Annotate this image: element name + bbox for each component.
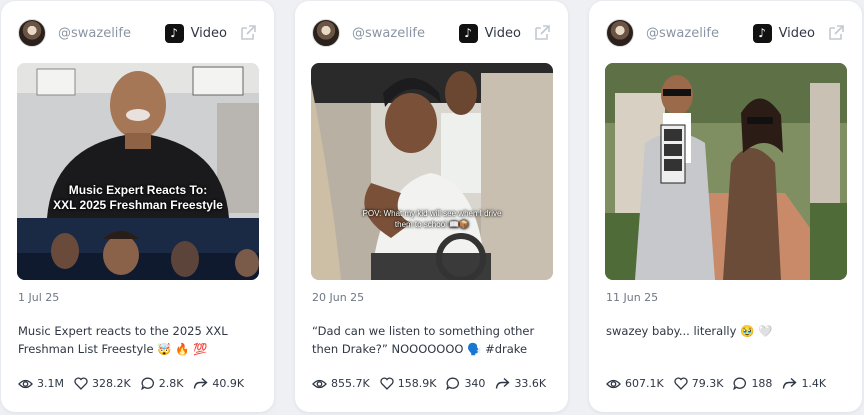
heart-icon [74,377,88,390]
eye-icon [18,379,33,388]
comment-icon [140,377,154,390]
account-handle[interactable]: @swazelife [58,26,165,41]
account-handle[interactable]: @swazelife [352,26,459,41]
heart-icon [674,377,688,390]
views-count: 855.7K [331,377,370,390]
thumbnail-overlay-text: Music Expert Reacts To: [68,183,208,197]
views-stat: 3.1M [18,377,64,390]
likes-count: 79.3K [691,377,724,390]
post-date: 1 Jul 25 [18,291,60,304]
post-card[interactable]: @swazelife ♪ Video POV: What my kid will… [295,1,568,412]
heart-icon [380,377,394,390]
tiktok-icon: ♪ [752,23,772,43]
shares-stat: 33.6K [495,377,546,390]
tiktok-icon: ♪ [458,23,478,43]
external-link-icon[interactable] [827,24,845,42]
post-type-label: Video [778,25,815,41]
shares-count: 1.4K [801,377,827,390]
stats-row: 3.1M 328.2K 2.8K 40.9K [18,377,264,390]
post-caption: swazey baby... literally 🥹 🤍 [606,324,773,338]
shares-count: 33.6K [514,377,547,390]
post-date: 20 Jun 25 [312,291,365,304]
video-thumbnail[interactable]: POV: What my kid will see when I drive t… [311,63,553,280]
video-thumbnail[interactable] [605,63,847,280]
post-caption: Music Expert reacts to the 2025 XXL Fres… [18,324,228,356]
post-date: 11 Jun 25 [606,291,659,304]
thumbnail-overlay-text: XXL 2025 Freshman Freestyle [53,198,223,212]
post-caption: “Dad can we listen to something other th… [312,324,535,356]
video-thumbnail[interactable]: Music Expert Reacts To: XXL 2025 Freshma… [17,63,259,280]
comment-icon [733,377,747,390]
stats-row: 855.7K 158.9K 340 33.6K [312,377,558,390]
comments-count: 188 [751,377,773,390]
post-card[interactable]: @swazelife ♪ Video 11 Jun 25 swazey baby… [589,1,862,412]
post-card[interactable]: @swazelife ♪ Video Music Expert Reacts T… [1,1,274,412]
likes-stat: 79.3K [674,377,724,390]
thumbnail-overlay-text: POV: What my kid will see when I drive [362,209,502,218]
share-icon [194,377,208,389]
comments-stat: 188 [733,377,772,390]
comments-count: 2.8K [158,377,184,390]
card-header: @swazelife ♪ Video [312,18,551,48]
likes-count: 158.9K [397,377,437,390]
card-header: @swazelife ♪ Video [18,18,257,48]
external-link-icon[interactable] [239,24,257,42]
shares-stat: 1.4K [782,377,826,390]
avatar[interactable] [606,19,634,47]
comment-icon [446,377,460,390]
share-icon [783,377,797,389]
comments-stat: 340 [446,377,485,390]
views-stat: 855.7K [312,377,370,390]
views-stat: 607.1K [606,377,664,390]
likes-count: 328.2K [91,377,131,390]
card-header: @swazelife ♪ Video [606,18,845,48]
likes-stat: 328.2K [74,377,131,390]
views-count: 607.1K [625,377,664,390]
likes-stat: 158.9K [380,377,437,390]
avatar[interactable] [312,19,340,47]
eye-icon [606,379,621,388]
share-icon [496,377,510,389]
shares-stat: 40.9K [193,377,244,390]
eye-icon [312,379,327,388]
post-type-label: Video [190,25,227,41]
post-type-label: Video [484,25,521,41]
stats-row: 607.1K 79.3K 188 1.4K [606,377,852,390]
tiktok-icon: ♪ [164,23,184,43]
external-link-icon[interactable] [533,24,551,42]
thumbnail-overlay-text: them to school 📖📦 [394,220,470,229]
account-handle[interactable]: @swazelife [646,26,753,41]
shares-count: 40.9K [212,377,245,390]
views-count: 3.1M [37,377,64,390]
comments-count: 340 [464,377,486,390]
comments-stat: 2.8K [140,377,184,390]
avatar[interactable] [18,19,46,47]
